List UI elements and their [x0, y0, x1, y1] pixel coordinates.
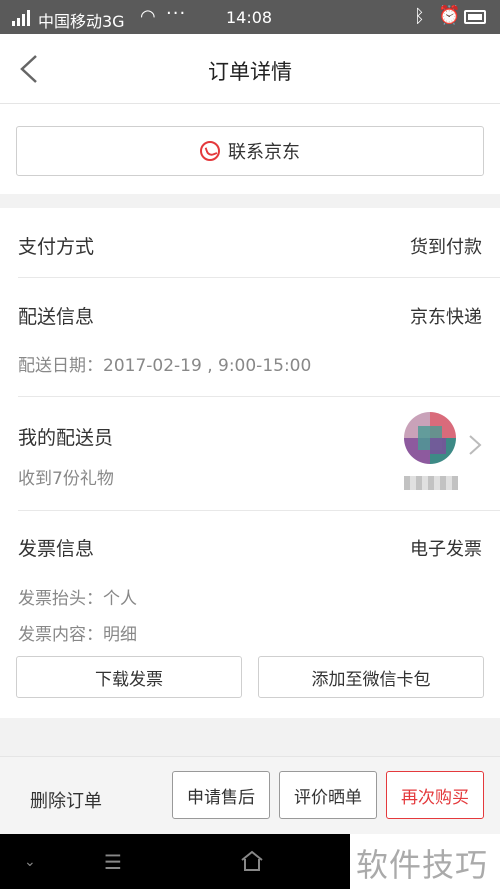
customer-service-icon [200, 141, 220, 161]
invoice-header: 发票抬头：个人 [18, 589, 137, 609]
add-to-wechat-wallet-button[interactable]: 添加至微信卡包 [258, 656, 484, 698]
delivery-value: 京东快递 [410, 307, 482, 328]
courier-label: 我的配送员 [18, 427, 114, 449]
invoice-label: 发票信息 [18, 538, 95, 560]
contact-section: 联系京东 [0, 104, 500, 194]
after-sales-button[interactable]: 申请售后 [172, 771, 270, 819]
status-bar: 中国移动3G ◠ ··· 14:08 ᛒ ⏰ [0, 0, 500, 34]
signal-icon [12, 10, 36, 26]
payment-label: 支付方式 [18, 236, 95, 258]
contact-jd-label: 联系京东 [228, 142, 300, 163]
home-icon[interactable] [240, 850, 264, 872]
rebuy-button[interactable]: 再次购买 [386, 771, 484, 819]
courier-avatar [404, 412, 456, 464]
nav-bar: 订单详情 [0, 34, 500, 104]
battery-icon [464, 10, 486, 24]
invoice-value: 电子发票 [410, 539, 482, 560]
courier-gifts: 收到7份礼物 [18, 469, 114, 489]
more-dots: ··· [166, 3, 187, 24]
bluetooth-icon: ᛒ [414, 6, 425, 27]
delivery-label: 配送信息 [18, 306, 95, 328]
chevron-right-icon[interactable] [468, 434, 482, 456]
order-info-section: 支付方式 货到付款 配送信息 京东快递 配送日期：2017-02-19 , 9:… [0, 208, 500, 718]
delivery-date: 配送日期：2017-02-19 , 9:00-15:00 [18, 356, 312, 376]
divider [18, 510, 500, 511]
alarm-icon: ⏰ [438, 5, 461, 26]
delete-order-button[interactable]: 删除订单 [30, 787, 102, 813]
divider [18, 396, 500, 397]
system-nav-bar: ⌄ ☰ [0, 834, 350, 889]
page-title: 订单详情 [208, 60, 292, 84]
download-invoice-button[interactable]: 下载发票 [16, 656, 242, 698]
watermark-text: 软件技巧 [356, 846, 489, 884]
chevron-down-icon[interactable]: ⌄ [24, 854, 36, 870]
divider [18, 277, 500, 278]
courier-name-blurred [404, 476, 458, 490]
payment-value: 货到付款 [410, 237, 482, 258]
menu-icon[interactable]: ☰ [104, 850, 122, 874]
carrier-text: 中国移动3G [38, 12, 125, 31]
review-button[interactable]: 评价晒单 [279, 771, 377, 819]
invoice-content: 发票内容：明细 [18, 625, 137, 645]
watermark: 软件技巧 [350, 834, 500, 889]
wifi-icon: ◠ [140, 6, 156, 27]
clock: 14:08 [226, 8, 273, 27]
order-action-bar: 删除订单 申请售后 评价晒单 再次购买 [0, 756, 500, 834]
contact-jd-button[interactable]: 联系京东 [16, 126, 484, 176]
